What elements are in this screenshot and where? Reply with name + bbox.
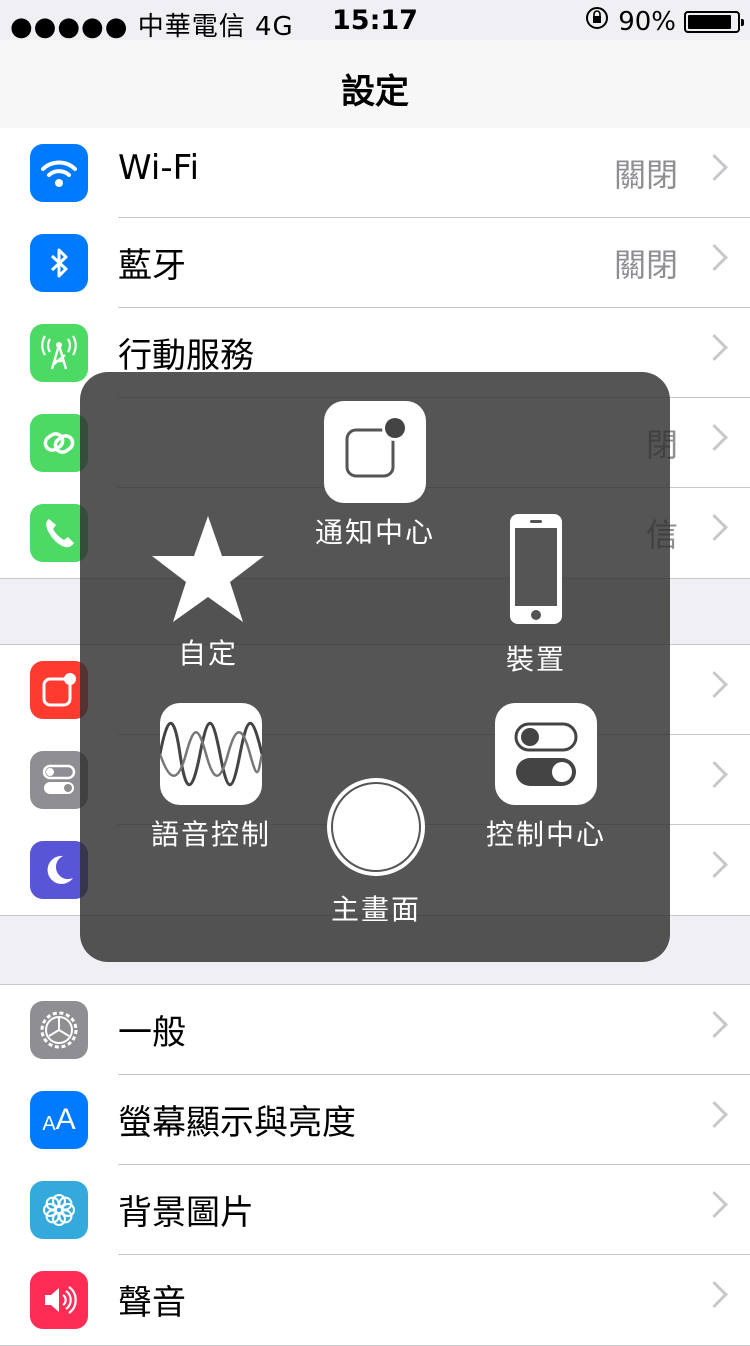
assistive-touch-menu: 通知中心 自定 裝置 語音控制 控制中心 主畫面: [80, 372, 670, 962]
row-value: 關閉: [613, 246, 678, 284]
chevron-right-icon: [701, 334, 728, 361]
chevron-right-icon: [701, 514, 728, 541]
row-value: 關閉: [613, 156, 678, 194]
control-center-button[interactable]: 控制中心: [486, 703, 606, 853]
row-label: 背景圖片: [118, 1193, 254, 1233]
battery-percent: 90%: [618, 6, 676, 37]
chevron-right-icon: [701, 1011, 728, 1038]
home-label: 主畫面: [330, 893, 421, 926]
chevron-right-icon: [701, 1281, 728, 1308]
settings-row-general[interactable]: 一般: [0, 985, 750, 1075]
row-label: 聲音: [118, 1283, 186, 1323]
row-label: 藍牙: [118, 246, 186, 286]
page-title: 設定: [341, 72, 409, 112]
settings-row-wifi[interactable]: Wi-Fi 關閉: [0, 128, 750, 218]
device-label: 裝置: [506, 643, 567, 676]
wifi-icon: [30, 144, 88, 202]
control-center-toggle-icon: [495, 703, 597, 805]
home-button[interactable]: 主畫面: [325, 776, 427, 928]
row-label: 行動服務: [118, 336, 254, 376]
gear-icon: [30, 1001, 88, 1059]
notification-center-label: 通知中心: [315, 516, 436, 549]
chevron-right-icon: [701, 244, 728, 271]
device-button[interactable]: 裝置: [506, 512, 566, 678]
chevron-right-icon: [701, 424, 728, 451]
status-bar: ●●●●● 中華電信 4G 15:17 90%: [0, 0, 750, 42]
settings-row-wallpaper[interactable]: 背景圖片: [0, 1165, 750, 1255]
settings-row-display[interactable]: AA 螢幕顯示與亮度: [0, 1075, 750, 1165]
row-label: Wi-Fi: [118, 148, 200, 188]
chevron-right-icon: [701, 1191, 728, 1218]
settings-row-bluetooth[interactable]: 藍牙 關閉: [0, 218, 750, 308]
control-center-label: 控制中心: [486, 818, 607, 851]
settings-group-general: 一般 AA 螢幕顯示與亮度 背景圖片 聲音: [0, 984, 750, 1346]
chevron-right-icon: [701, 1101, 728, 1128]
cellular-icon: [30, 324, 88, 382]
settings-row-sounds[interactable]: 聲音: [0, 1255, 750, 1345]
wallpaper-icon: [30, 1181, 88, 1239]
navigation-bar: 設定: [0, 40, 750, 129]
row-label: 一般: [118, 1013, 186, 1053]
siri-button[interactable]: 語音控制: [151, 703, 271, 853]
display-icon: AA: [30, 1091, 88, 1149]
row-label: 螢幕顯示與亮度: [118, 1103, 356, 1143]
chevron-right-icon: [701, 154, 728, 181]
chevron-right-icon: [701, 851, 728, 878]
rotation-lock-icon: [584, 5, 610, 38]
notification-center-button[interactable]: 通知中心: [315, 401, 435, 551]
iphone-icon: [506, 512, 566, 630]
speaker-icon: [30, 1271, 88, 1329]
custom-label: 自定: [177, 637, 238, 670]
custom-button[interactable]: 自定: [148, 512, 268, 672]
battery-icon: [684, 10, 744, 33]
chevron-right-icon: [701, 671, 728, 698]
home-circle-icon: [325, 776, 427, 882]
notification-center-icon: [324, 401, 426, 503]
chevron-right-icon: [701, 761, 728, 788]
star-icon: [148, 512, 268, 628]
siri-label: 語音控制: [151, 818, 272, 851]
waveform-icon: [160, 703, 262, 805]
bluetooth-icon: [30, 234, 88, 292]
